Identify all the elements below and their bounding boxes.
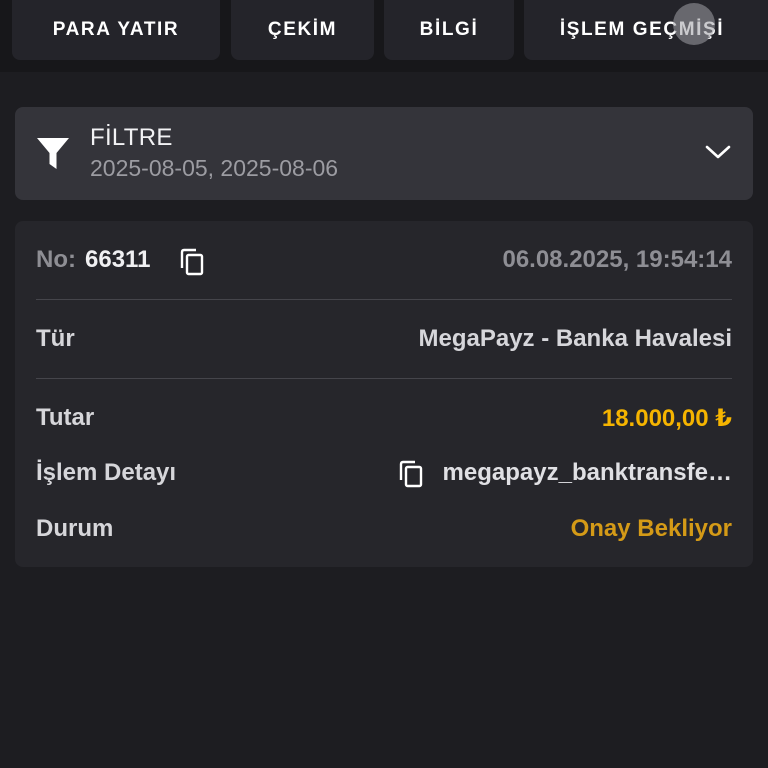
status-value: Onay Bekliyor	[570, 515, 732, 542]
divider	[36, 299, 732, 300]
chevron-down-icon[interactable]	[704, 142, 732, 162]
transaction-no-label: No:	[36, 246, 76, 273]
type-value: MegaPayz - Banka Havalesi	[418, 325, 733, 352]
copy-icon[interactable]	[398, 460, 424, 488]
transaction-datetime: 06.08.2025, 19:54:14	[502, 246, 732, 273]
top-tab-bar: PARA YATIR ÇEKİM BİLGİ İŞLEM GEÇMİŞİ	[0, 0, 768, 72]
transaction-history-page: PARA YATIR ÇEKİM BİLGİ İŞLEM GEÇMİŞİ FİL…	[0, 0, 768, 768]
status-label: Durum	[36, 515, 114, 542]
tab-withdrawal[interactable]: ÇEKİM	[231, 0, 374, 60]
amount-label: Tutar	[36, 404, 95, 431]
filter-date-range: 2025-08-05, 2025-08-06	[90, 155, 339, 181]
copy-icon[interactable]	[179, 248, 205, 276]
type-label: Tür	[36, 325, 75, 352]
transaction-no-value: 66311	[85, 246, 151, 273]
detail-label: İşlem Detayı	[36, 459, 177, 486]
tab-transaction-history[interactable]: İŞLEM GEÇMİŞİ	[524, 0, 768, 60]
detail-value[interactable]: megapayz_banktransfe…	[442, 459, 732, 487]
amount-value: 18.000,00 ₺	[601, 405, 732, 432]
touch-indicator	[673, 3, 715, 45]
filter-panel-header[interactable]	[15, 107, 753, 200]
tab-info[interactable]: BİLGİ	[384, 0, 514, 60]
tab-deposit[interactable]: PARA YATIR	[12, 0, 220, 60]
filter-title: FİLTRE	[90, 124, 173, 151]
divider	[36, 378, 732, 379]
filter-funnel-icon	[37, 138, 69, 169]
